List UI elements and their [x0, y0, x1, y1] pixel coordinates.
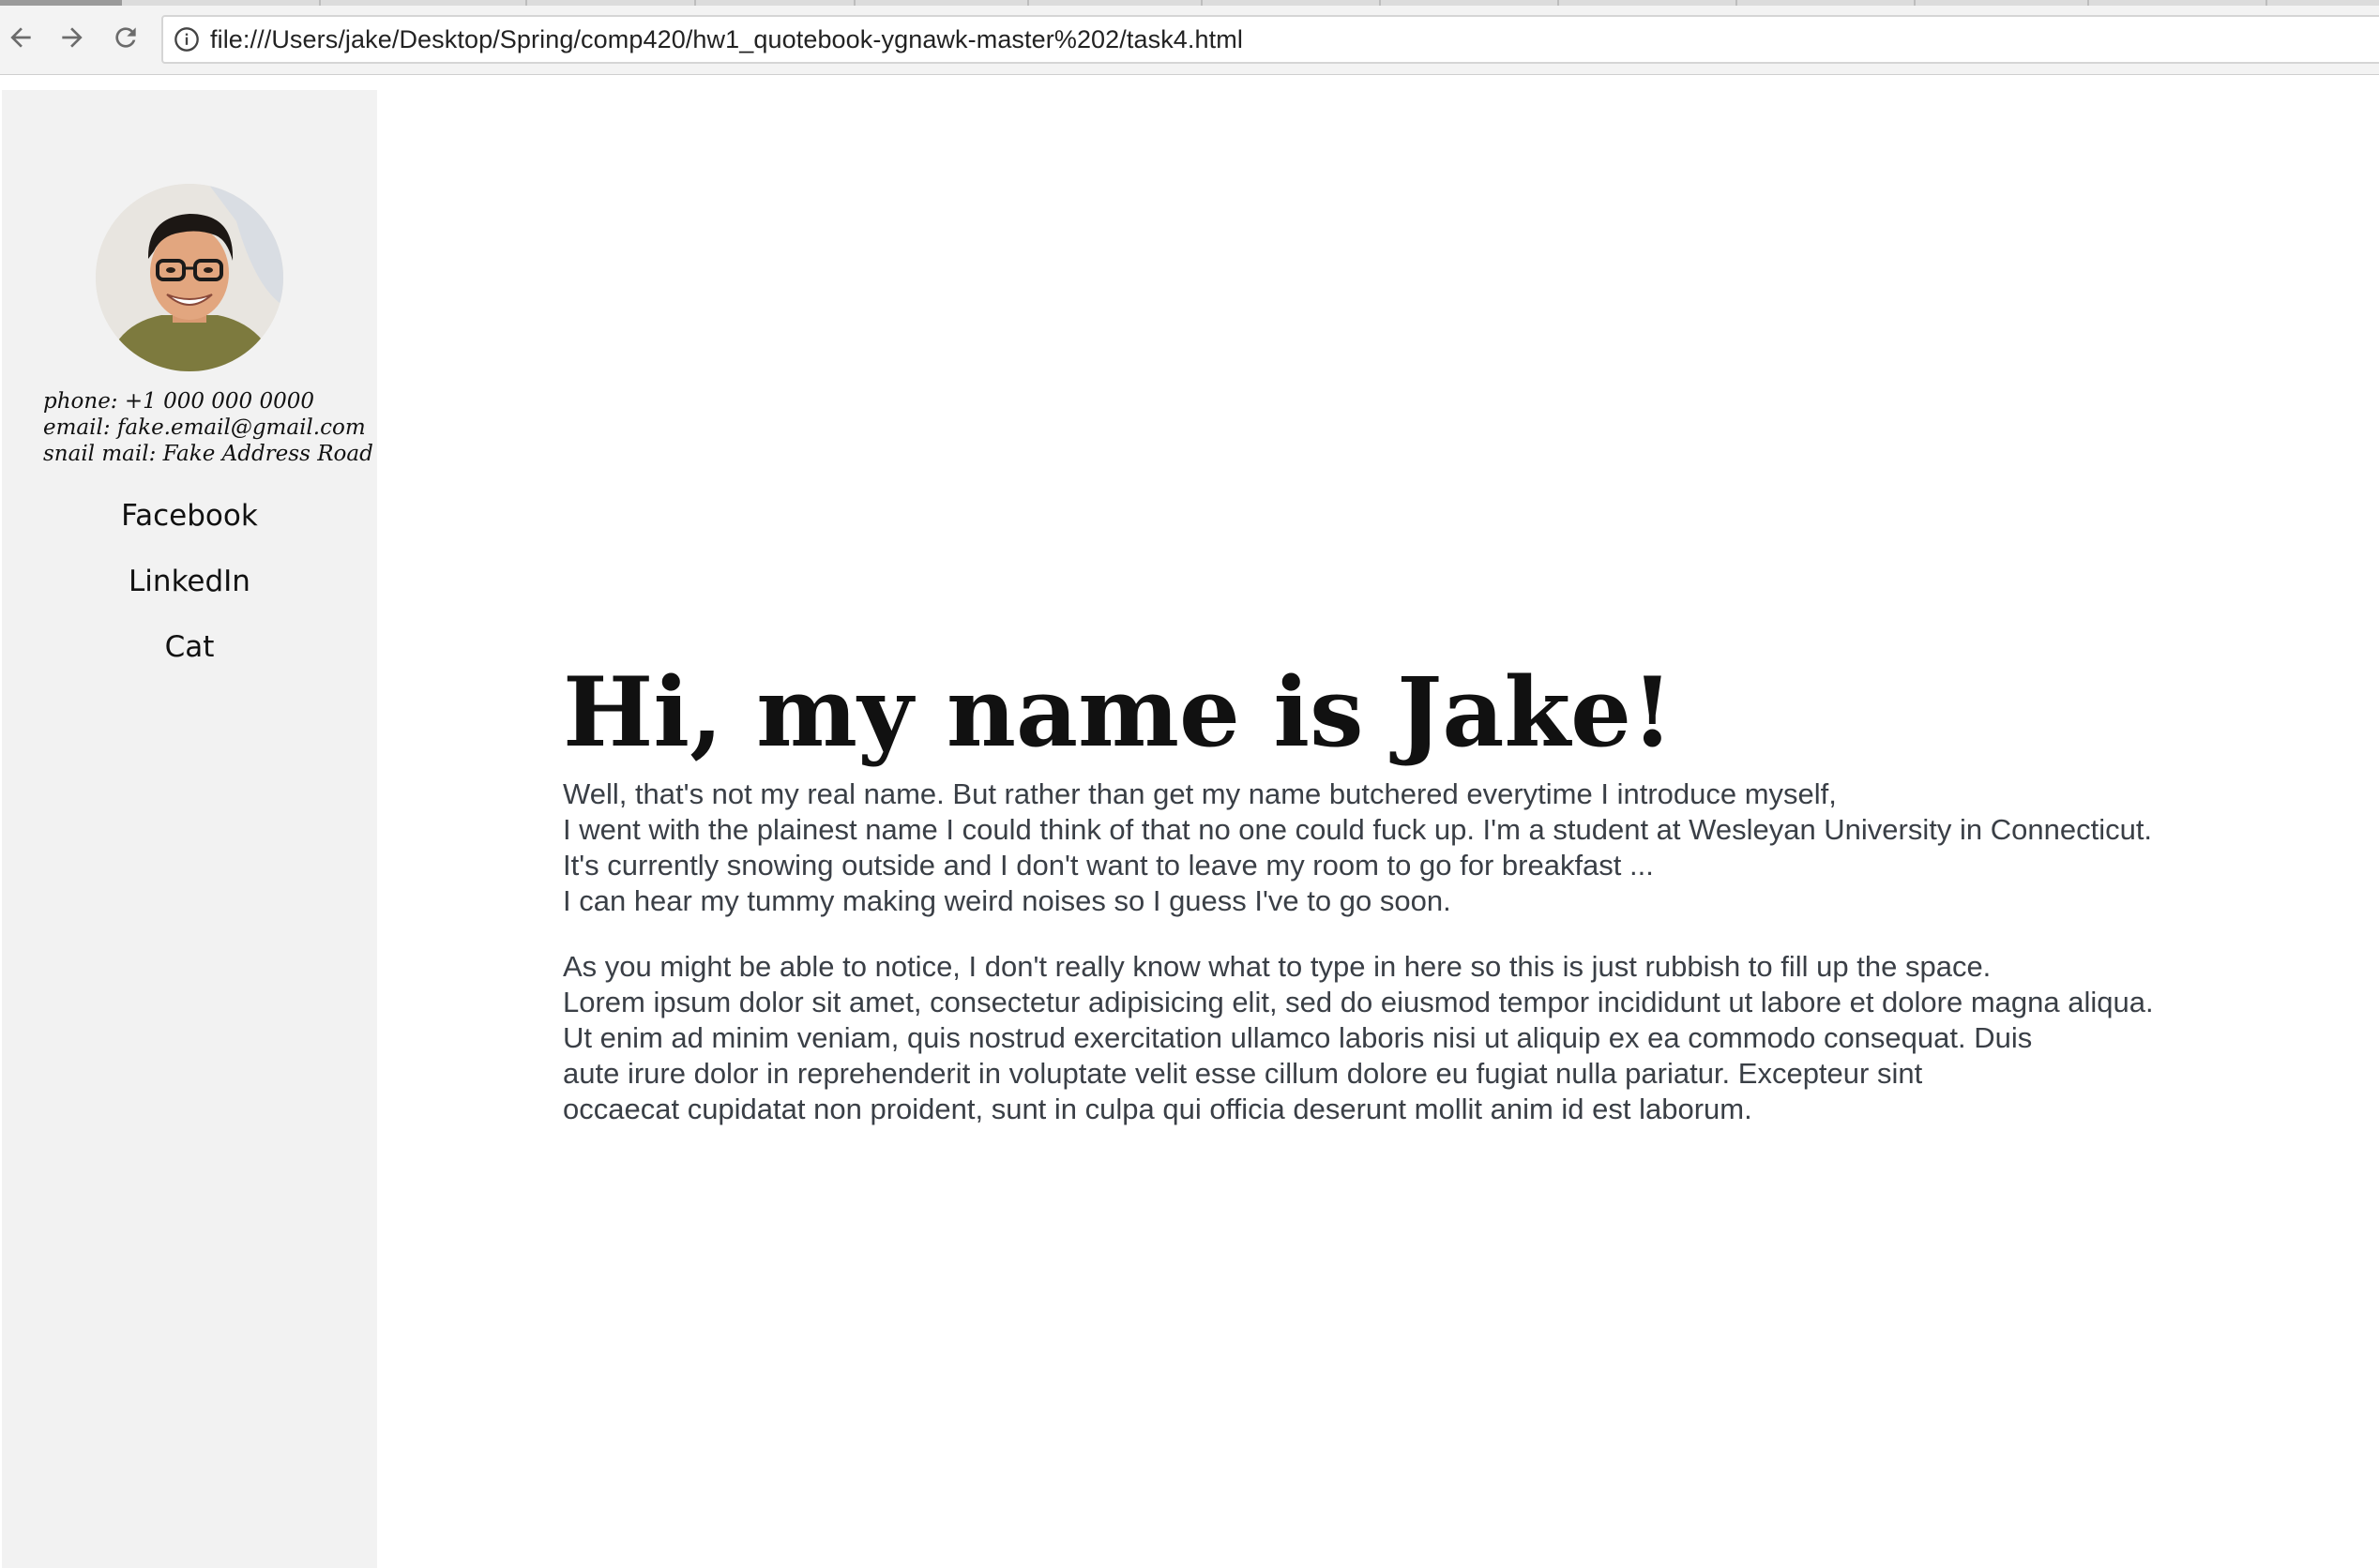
paragraph-line: Ut enim ad minim veniam, quis nostrud ex… — [563, 1021, 2033, 1054]
linkedin-link[interactable]: LinkedIn — [2, 563, 377, 628]
avatar — [96, 184, 283, 371]
forward-arrow-icon — [62, 27, 83, 48]
facebook-link[interactable]: Facebook — [2, 497, 377, 563]
filler-paragraph: As you might be able to notice, I don't … — [563, 949, 2251, 1127]
tab-separator — [319, 0, 321, 6]
page-title: Hi, my name is Jake! — [563, 656, 1674, 769]
cat-link[interactable]: Cat — [2, 628, 377, 694]
url-text[interactable]: file:///Users/jake/Desktop/Spring/comp42… — [210, 25, 1243, 54]
tab-separator — [1914, 0, 1916, 6]
reload-button[interactable] — [107, 19, 144, 56]
tab-separator — [2265, 0, 2267, 6]
tab-separator — [854, 0, 856, 6]
social-links: Facebook LinkedIn Cat — [2, 497, 377, 694]
browser-toolbar: file:///Users/jake/Desktop/Spring/comp42… — [0, 0, 2379, 75]
reload-icon — [115, 27, 136, 48]
tab-separator — [694, 0, 696, 6]
paragraph-line: As you might be able to notice, I don't … — [563, 950, 1992, 983]
paragraph-line: occaecat cupidatat non proident, sunt in… — [563, 1093, 1752, 1125]
tab-separator — [1735, 0, 1737, 6]
tab-strip — [0, 0, 2379, 6]
mail-address-text: snail mail: Fake Address Road — [43, 442, 373, 466]
paragraph-line: aute irure dolor in reprehenderit in vol… — [563, 1057, 1923, 1090]
sidebar: phone: +1 000 000 0000 email: fake.email… — [2, 90, 377, 1568]
back-arrow-icon — [10, 27, 31, 48]
forward-button[interactable] — [53, 19, 91, 56]
paragraph-line: It's currently snowing outside and I don… — [563, 849, 1654, 882]
contact-info: phone: +1 000 000 0000 email: fake.email… — [43, 388, 373, 467]
paragraph-line: Well, that's not my real name. But rathe… — [563, 777, 1837, 810]
address-bar[interactable]: file:///Users/jake/Desktop/Spring/comp42… — [161, 15, 2379, 64]
active-tab[interactable] — [0, 0, 122, 6]
tab-separator — [1557, 0, 1559, 6]
tab-separator — [525, 0, 527, 6]
intro-paragraph: Well, that's not my real name. But rathe… — [563, 776, 2251, 919]
email-text: email: fake.email@gmail.com — [43, 415, 366, 440]
back-button[interactable] — [2, 19, 39, 56]
paragraph-line: I can hear my tummy making weird noises … — [563, 884, 1451, 917]
tab-separator — [2087, 0, 2089, 6]
main-content: Hi, my name is Jake! Well, that's not my… — [563, 647, 2251, 1127]
phone-text: phone: +1 000 000 0000 — [43, 389, 315, 414]
paragraph-line: I went with the plainest name I could th… — [563, 813, 2153, 846]
paragraph-line: Lorem ipsum dolor sit amet, consectetur … — [563, 986, 2154, 1018]
tab-separator — [1027, 0, 1029, 6]
tab-separator — [1201, 0, 1203, 6]
tab-separator — [1379, 0, 1381, 6]
info-icon[interactable] — [173, 25, 201, 53]
